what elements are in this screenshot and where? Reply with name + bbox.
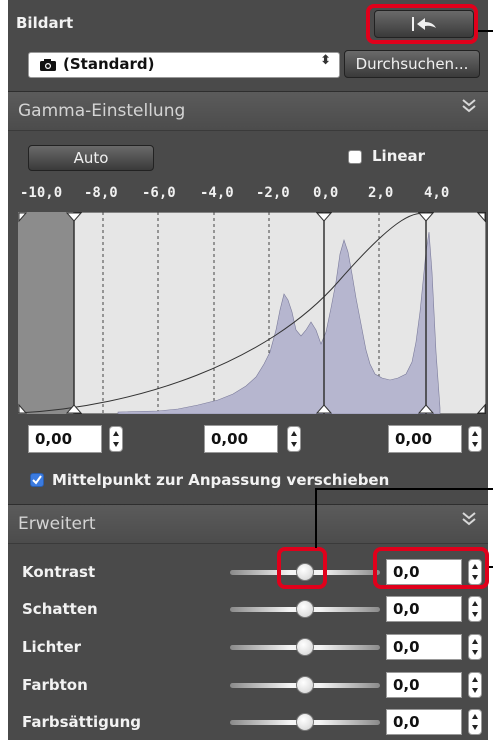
black-point-field[interactable]: 0,00 [28, 425, 102, 453]
bildart-title: Bildart [16, 14, 74, 32]
schatten-stepper[interactable] [468, 596, 482, 622]
tick-label: -2,0 [256, 185, 290, 201]
tick-label: -4,0 [200, 185, 234, 201]
linear-label: Linear [372, 147, 426, 165]
midpoint-label: Mittelpunkt zur Anpassung verschieben [52, 471, 390, 489]
black-point-stepper[interactable] [109, 426, 123, 452]
schatten-value-field[interactable]: 0,0 [386, 596, 462, 622]
white-point-stepper[interactable] [468, 426, 482, 452]
schatten-slider-knob[interactable] [296, 600, 314, 618]
collapse-icon[interactable] [460, 511, 478, 529]
farbton-slider-knob[interactable] [296, 676, 314, 694]
callout-line [489, 566, 493, 568]
kontrast-label: Kontrast [22, 563, 96, 581]
farbsaettigung-stepper[interactable] [468, 709, 482, 735]
midpoint-field[interactable]: 0,00 [204, 425, 278, 453]
tick-label: 0,0 [313, 185, 339, 201]
erweitert-section-header[interactable]: Erweitert [8, 504, 488, 544]
lichter-value-field[interactable]: 0,0 [386, 634, 462, 660]
callout-line [315, 488, 493, 490]
select-arrows-icon: ⬍ [320, 53, 331, 68]
gamma-section-header[interactable]: Gamma-Einstellung [8, 91, 488, 131]
farbsaettigung-slider-knob[interactable] [296, 713, 314, 731]
collapse-icon[interactable] [460, 98, 478, 116]
farbsaettigung-label: Farbsättigung [22, 713, 141, 731]
lichter-label: Lichter [22, 638, 82, 656]
tool-panel: Bildart (Standard) ⬍ Durchsuchen... Gamm… [8, 0, 488, 740]
browse-button[interactable]: Durchsuchen... [344, 50, 480, 78]
tick-label: -8,0 [84, 185, 118, 201]
tick-label: 2,0 [368, 185, 394, 201]
kontrast-slider-highlight [277, 547, 327, 589]
tick-label: -6,0 [142, 185, 176, 201]
callout-line [478, 30, 493, 32]
gamma-histogram[interactable] [18, 212, 486, 414]
midpoint-stepper[interactable] [287, 426, 301, 452]
farbton-stepper[interactable] [468, 672, 482, 698]
white-point-field[interactable]: 0,00 [388, 425, 462, 453]
picture-style-value: (Standard) [63, 55, 155, 73]
tick-label: 4,0 [424, 185, 450, 201]
reset-button-highlight [366, 4, 478, 44]
linear-checkbox[interactable] [348, 150, 362, 164]
checkmark-icon [32, 475, 42, 485]
midpoint-checkbox[interactable] [30, 473, 44, 487]
lichter-slider-knob[interactable] [296, 638, 314, 656]
schatten-label: Schatten [22, 600, 98, 618]
farbton-value-field[interactable]: 0,0 [386, 672, 462, 698]
kontrast-value-highlight [373, 547, 489, 589]
lichter-stepper[interactable] [468, 634, 482, 660]
callout-line [315, 488, 317, 548]
auto-button[interactable]: Auto [28, 145, 154, 171]
camera-icon [40, 59, 56, 71]
picture-style-select[interactable]: (Standard) ⬍ [28, 52, 340, 78]
erweitert-section-title: Erweitert [18, 514, 96, 534]
farbton-label: Farbton [22, 676, 88, 694]
tick-label: -10,0 [20, 185, 63, 201]
gamma-section-title: Gamma-Einstellung [18, 101, 186, 121]
farbsaettigung-value-field[interactable]: 0,0 [386, 709, 462, 735]
